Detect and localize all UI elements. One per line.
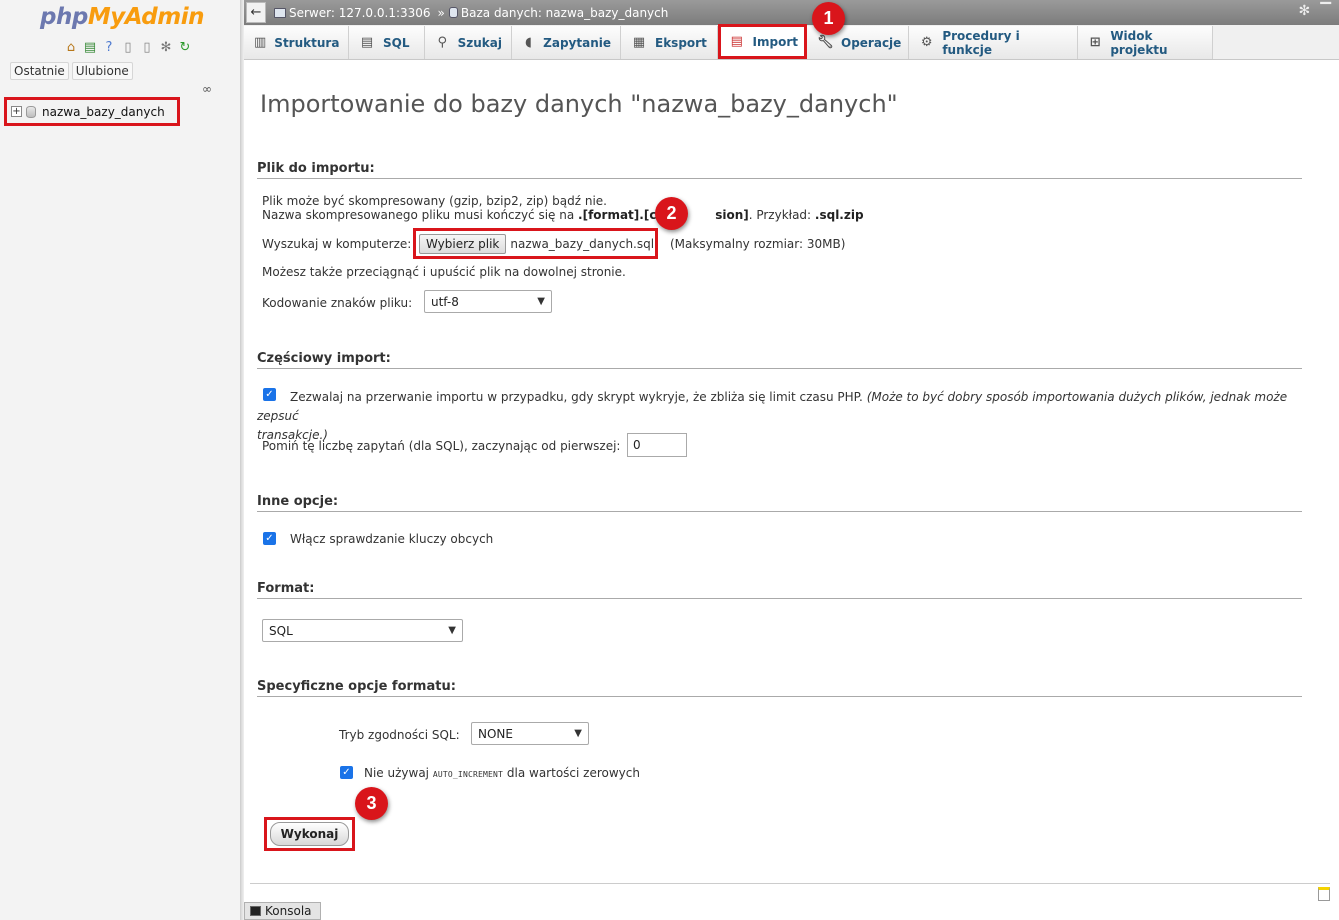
gear-icon[interactable]: ✻	[158, 40, 174, 56]
search-icon: ⚲	[437, 35, 448, 50]
chosen-file-name: nazwa_bazy_danych.sql	[510, 236, 655, 251]
docs-icon[interactable]: ▯	[120, 40, 136, 56]
tab-export[interactable]: ▦ Eksport	[621, 26, 718, 59]
collapse-nav-button[interactable]: ←	[246, 2, 266, 23]
logout-icon[interactable]: ▤	[82, 40, 98, 56]
other-section-title: Inne opcje:	[257, 494, 1302, 512]
routines-icon: ⚙	[920, 35, 933, 50]
query-icon: ◖	[525, 35, 532, 50]
database-icon	[448, 7, 458, 18]
chevron-down-icon: ▼	[537, 296, 545, 307]
compat-select[interactable]: NONE ▼	[471, 722, 589, 745]
breadcrumb-bar: ← Serwer: 127.0.0.1:3306 » Baza danych: …	[244, 0, 1339, 25]
file-section-title: Plik do importu:	[257, 161, 1302, 179]
structure-icon: ▥	[254, 35, 267, 50]
charset-label: Kodowanie znaków pliku:	[262, 296, 413, 310]
tab-search[interactable]: ⚲ Szukaj	[425, 26, 512, 59]
skip-queries-label: Pomiń tę liczbę zapytań (dla SQL), zaczy…	[262, 439, 621, 453]
choose-file-button[interactable]: Wybierz plik	[419, 233, 507, 254]
favorites-tab[interactable]: Ulubione	[71, 62, 133, 80]
footer-divider	[250, 883, 1330, 884]
help-icon[interactable]: ?	[101, 40, 117, 56]
server-icon	[274, 7, 286, 18]
database-icon	[26, 105, 36, 118]
expand-icon[interactable]: +	[11, 106, 22, 117]
file-input[interactable]: Wybierz plik nazwa_bazy_danych.sql	[413, 228, 658, 259]
recent-tab[interactable]: Ostatnie	[10, 62, 69, 80]
nav-tabs: Ostatnie Ulubione	[10, 62, 133, 80]
partial-section-title: Częściowy import:	[257, 351, 1302, 369]
tab-routines[interactable]: ⚙ Procedury i funkcje	[909, 26, 1078, 59]
phpmyadmin-logo[interactable]: phpMyAdmin	[40, 4, 204, 30]
tab-designer[interactable]: ⊞ Widok projektu	[1078, 26, 1213, 59]
annotation-badge-1: 1	[812, 2, 845, 35]
notes-icon[interactable]	[1318, 887, 1330, 901]
charset-select[interactable]: utf-8 ▼	[424, 290, 552, 313]
go-button[interactable]: Wykonaj	[270, 822, 349, 846]
chevron-down-icon: ▼	[574, 728, 582, 739]
sql-icon: ▤	[360, 35, 374, 50]
breadcrumb-database[interactable]: Baza danych: nazwa_bazy_danych	[448, 6, 668, 20]
sql-docs-icon[interactable]: ▯	[139, 40, 155, 56]
home-icon[interactable]: ⌂	[63, 40, 79, 56]
format-section-title: Format:	[257, 581, 1302, 599]
compression-info: Plik może być skompresowany (gzip, bzip2…	[262, 194, 864, 222]
reload-icon[interactable]: ↻	[177, 40, 193, 56]
tab-query[interactable]: ◖ Zapytanie	[512, 26, 621, 59]
designer-icon: ⊞	[1089, 35, 1101, 50]
tab-structure[interactable]: ▥ Struktura	[244, 26, 349, 59]
tab-sql[interactable]: ▤ SQL	[349, 26, 425, 59]
compat-label: Tryb zgodności SQL:	[339, 728, 460, 742]
chevron-down-icon: ▼	[448, 625, 456, 636]
link-icon[interactable]: ∞	[202, 82, 212, 96]
breadcrumb-server[interactable]: Serwer: 127.0.0.1:3306 »	[274, 6, 445, 20]
db-tree-label[interactable]: nazwa_bazy_danych	[42, 105, 165, 119]
fk-checks-label: Włącz sprawdzanie kluczy obcych	[290, 532, 494, 546]
format-select[interactable]: SQL ▼	[262, 619, 463, 642]
top-right-controls: ✻ ▔	[1298, 3, 1331, 19]
annotation-badge-2: 2	[655, 197, 688, 230]
format-options-title: Specyficzne opcje formatu:	[257, 679, 1302, 697]
wrench-icon: 🔧︎	[817, 35, 834, 50]
console-icon	[250, 906, 261, 916]
settings-gear-icon[interactable]: ✻	[1298, 3, 1310, 19]
no-auto-increment-label: Nie używaj AUTO_INCREMENT dla wartości z…	[364, 766, 640, 780]
no-auto-increment-checkbox[interactable]: ✓	[340, 766, 353, 779]
allow-interrupt-label: Zezwalaj na przerwanie importu w przypad…	[257, 390, 1288, 442]
max-size-label: (Maksymalny rozmiar: 30MB)	[670, 237, 846, 251]
db-tree-item[interactable]: + nazwa_bazy_danych	[4, 97, 180, 126]
export-icon: ▦	[632, 35, 646, 50]
main-content: Importowanie do bazy danych "nazwa_bazy_…	[244, 60, 1339, 920]
browse-label: Wyszukaj w komputerze:	[262, 237, 412, 251]
console-toggle[interactable]: Konsola	[244, 902, 321, 920]
skip-queries-input[interactable]: 0	[627, 433, 687, 457]
collapse-icon[interactable]: ▔	[1320, 3, 1331, 19]
go-button-highlight: Wykonaj	[264, 817, 355, 851]
annotation-badge-3: 3	[355, 787, 388, 820]
main-menu-tabs: ▥ Struktura ▤ SQL ⚲ Szukaj ◖ Zapytanie ▦…	[244, 24, 1339, 60]
navigation-panel: phpMyAdmin ⌂ ▤ ? ▯ ▯ ✻ ↻ Ostatnie Ulubio…	[0, 0, 241, 920]
fk-checks-checkbox[interactable]: ✓	[263, 532, 276, 545]
tab-import[interactable]: ▤ Import	[718, 24, 807, 59]
page-title: Importowanie do bazy danych "nazwa_bazy_…	[260, 90, 898, 118]
import-icon: ▤	[730, 34, 743, 49]
nav-icon-bar: ⌂ ▤ ? ▯ ▯ ✻ ↻	[63, 40, 193, 56]
dragdrop-hint: Możesz także przeciągnąć i upuścić plik …	[262, 265, 626, 279]
